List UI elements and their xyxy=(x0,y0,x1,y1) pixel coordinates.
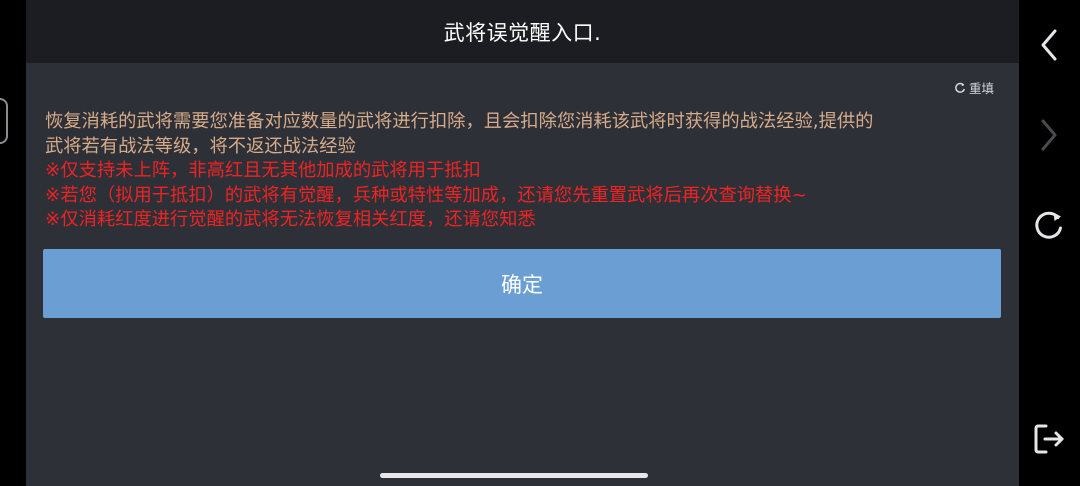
warning-note: ※仅消耗红度进行觉醒的武将无法恢复相关红度，还请您知悉 xyxy=(45,209,536,230)
page-title: 武将误觉醒入口. xyxy=(443,20,602,45)
dialog-panel: 武将误觉醒入口. 重填 恢复消耗的武将需要您准备对应数量的武将进行扣除，且会扣除… xyxy=(26,0,1019,486)
chevron-left-icon xyxy=(1041,29,1057,61)
left-edge-strip xyxy=(0,0,26,486)
reload-button[interactable] xyxy=(1031,207,1067,243)
exit-icon xyxy=(1034,424,1064,454)
confirm-button[interactable]: 确定 xyxy=(43,249,1001,318)
back-button[interactable] xyxy=(1031,27,1067,63)
description-line: 武将若有战法等级，将不返还战法经验 xyxy=(45,135,356,157)
title-bar: 武将误觉醒入口. xyxy=(26,0,1019,63)
chevron-right-icon xyxy=(1041,119,1057,151)
description-line: 恢复消耗的武将需要您准备对应数量的武将进行扣除，且会扣除您消耗该武将时获得的战法… xyxy=(45,111,874,132)
browser-side-nav xyxy=(1019,0,1080,486)
warning-note: ※若您（拟用于抵扣）的武将有觉醒，兵种或特性等加成，还请您先重置武将后再次查询替… xyxy=(45,184,807,206)
notice-text: 恢复消耗的武将需要您准备对应数量的武将进行扣除，且会扣除您消耗该武将时获得的战法… xyxy=(45,110,1005,233)
home-indicator[interactable] xyxy=(380,473,648,478)
forward-button[interactable] xyxy=(1031,117,1067,153)
reset-button[interactable]: 重填 xyxy=(954,78,994,97)
reset-label: 重填 xyxy=(968,81,994,96)
refresh-small-icon xyxy=(955,82,966,93)
warning-note: ※仅支持未上阵，非高红且无其他加成的武将用于抵扣 xyxy=(45,160,481,181)
refresh-icon xyxy=(1035,211,1062,239)
side-drawer-handle[interactable] xyxy=(0,98,8,144)
exit-button[interactable] xyxy=(1031,421,1067,457)
